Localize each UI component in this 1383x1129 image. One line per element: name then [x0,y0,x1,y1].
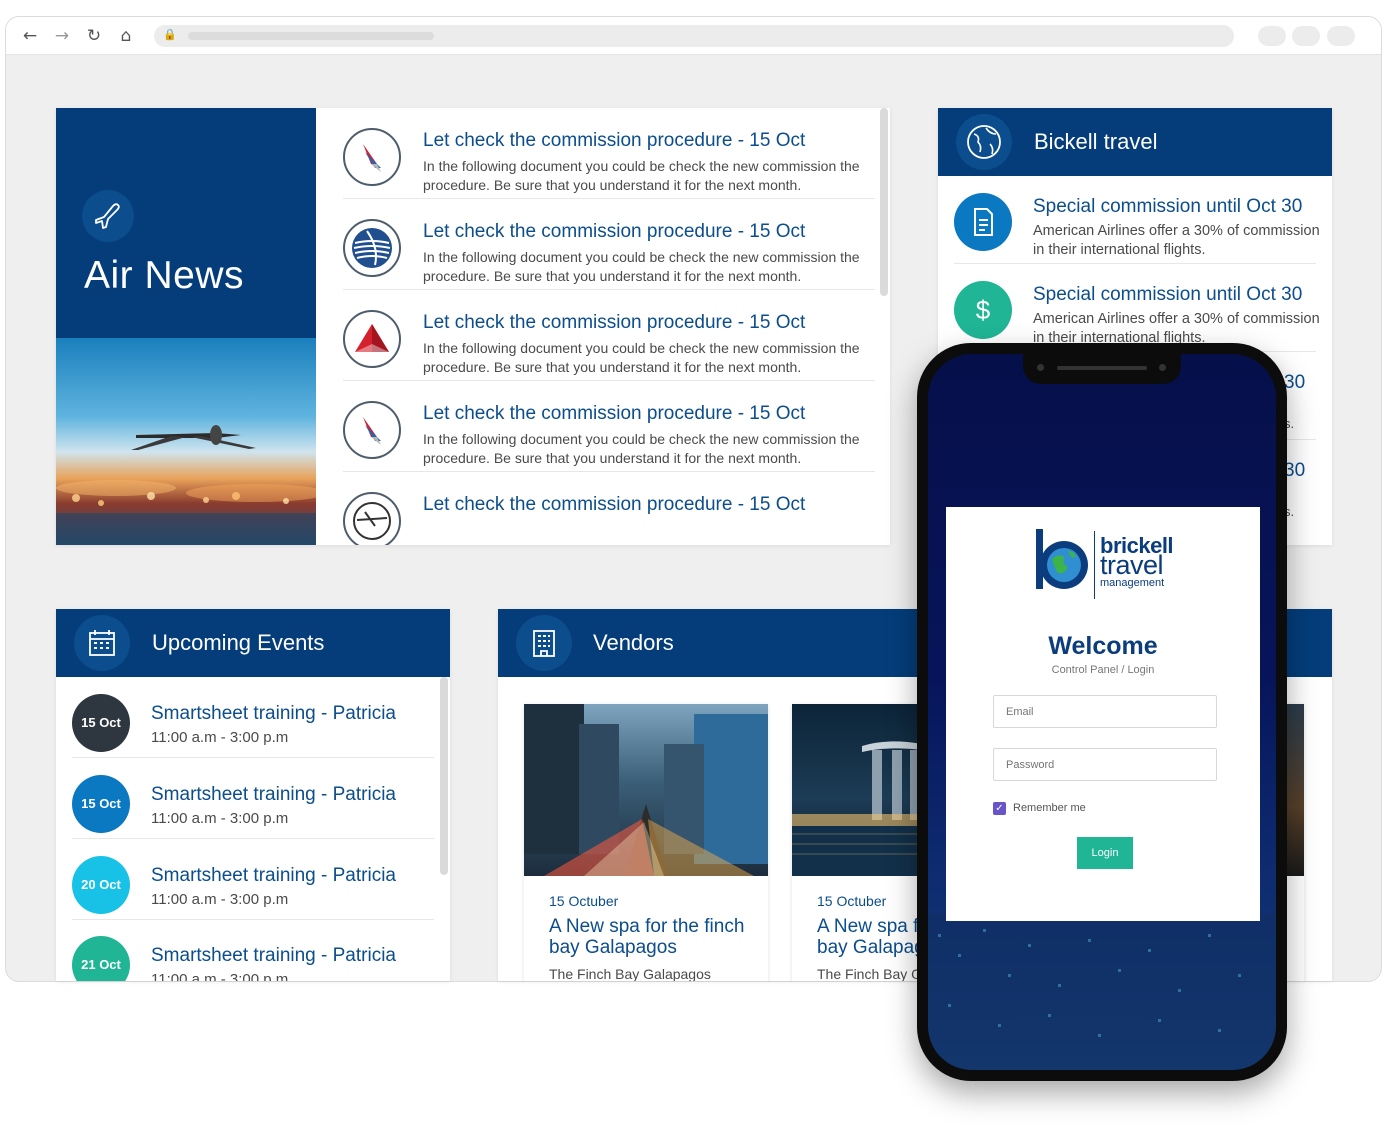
promo-title[interactable]: 30 [1284,460,1305,482]
window-control[interactable] [1292,26,1320,46]
air-news-card: Air News Let check the commission proced… [56,108,890,545]
event-item[interactable]: 15 Oct Smartsheet training - Patricia 11… [72,677,434,758]
email-input[interactable] [993,695,1217,728]
window-control[interactable] [1258,26,1286,46]
vendors-title: Vendors [593,630,674,655]
phone-screen: brickell travel management Welcome Contr… [928,354,1276,1070]
sensor-icon [1159,364,1166,371]
news-description: In the following document you could be c… [423,249,860,284]
news-scrollbar[interactable] [880,108,888,296]
globe-icon [956,114,1012,170]
promo-title[interactable]: Special commission until Oct 30 [1033,196,1302,218]
bickell-header: Bickell travel [938,108,1332,176]
news-title[interactable]: Let check the commission procedure - 15 … [423,130,805,152]
news-item[interactable]: Let check the commission procedure - 15 … [343,290,875,381]
american-airlines-logo-icon [343,401,401,459]
browser-toolbar: ← → ↻ ⌂ 🔒 [6,17,1381,55]
speaker-grille [1057,366,1147,370]
event-time: 11:00 a.m - 3:00 p.m [151,729,289,746]
login-subtitle: Control Panel / Login [1051,664,1155,676]
vendor-text: The Finch Bay Galapagos [549,966,711,981]
remember-label: Remember me [1013,802,1086,814]
news-item[interactable]: Let check the commission procedure - 15 … [343,381,875,472]
event-date-badge: 21 Oct [72,936,130,981]
promo-title[interactable]: Special commission until Oct 30 [1033,284,1302,306]
lock-icon: 🔒 [163,29,177,41]
news-item[interactable]: Let check the commission procedure - 15 … [343,108,875,199]
promo-item[interactable]: $ Special commission until Oct 30 Americ… [954,264,1320,352]
phone-mockup: brickell travel management Welcome Contr… [917,343,1287,1081]
city-lights-background [928,914,1276,1070]
events-title: Upcoming Events [152,630,325,655]
address-bar[interactable]: 🔒 [154,25,1234,47]
news-title[interactable]: Let check the commission procedure - 15 … [423,221,805,243]
news-item[interactable]: Let check the commission procedure - 15 … [343,472,875,545]
camera-icon [1037,364,1044,371]
bickell-title: Bickell travel [1034,129,1158,154]
american-airlines-logo-icon [343,128,401,186]
promo-description: American Airlines offer a 30% of commiss… [1033,223,1320,258]
news-title[interactable]: Let check the commission procedure - 15 … [423,403,805,425]
window-control[interactable] [1327,26,1355,46]
password-input[interactable] [993,748,1217,781]
events-scrollbar[interactable] [440,677,448,875]
news-item[interactable]: Let check the commission procedure - 15 … [343,199,875,290]
back-arrow-icon[interactable]: ← [20,26,40,46]
vendor-title[interactable]: A New spa for the finch bay Galapagos [549,916,759,958]
news-description: In the following document you could be c… [423,158,860,193]
united-airlines-logo-icon [343,219,401,277]
event-item[interactable]: 15 Oct Smartsheet training - Patricia 11… [72,758,434,839]
dollar-icon: $ [954,281,1012,339]
brickell-logo: brickell travel management [1034,527,1176,601]
event-time: 11:00 a.m - 3:00 p.m [151,971,289,981]
home-icon[interactable]: ⌂ [116,26,136,46]
vendor-card[interactable]: 15 Octuber A New spa for the finch bay G… [524,704,768,981]
news-list: Let check the commission procedure - 15 … [56,108,890,545]
globe-logo-icon [1036,529,1088,589]
event-time: 11:00 a.m - 3:00 p.m [151,810,289,827]
event-title[interactable]: Smartsheet training - Patricia [151,945,396,967]
event-title[interactable]: Smartsheet training - Patricia [151,865,396,887]
event-date-badge: 15 Oct [72,775,130,833]
document-icon [954,193,1012,251]
login-button[interactable]: Login [1077,837,1133,869]
news-description: In the following document you could be c… [423,431,860,466]
city-street-photo [524,704,768,876]
event-time: 11:00 a.m - 3:00 p.m [151,891,289,908]
remember-checkbox[interactable]: ✓ [993,802,1006,815]
promo-item[interactable]: Special commission until Oct 30 American… [954,176,1320,264]
reload-icon[interactable]: ↻ [84,26,104,46]
building-icon [516,615,572,671]
lufthansa-logo-icon [343,492,401,545]
vendor-date: 15 Octuber [549,893,619,909]
event-title[interactable]: Smartsheet training - Patricia [151,703,396,725]
calendar-icon [74,615,130,671]
news-title[interactable]: Let check the commission procedure - 15 … [423,494,805,516]
logo-text-line2: travel [1100,550,1164,580]
forward-arrow-icon[interactable]: → [52,26,72,46]
event-item[interactable]: 21 Oct Smartsheet training - Patricia 11… [72,919,434,981]
upcoming-events-card: Upcoming Events 15 Oct Smartsheet traini… [56,609,450,981]
promo-title[interactable]: 30 [1284,372,1305,394]
event-title[interactable]: Smartsheet training - Patricia [151,784,396,806]
login-card: brickell travel management Welcome Contr… [946,507,1260,921]
event-item[interactable]: 20 Oct Smartsheet training - Patricia 11… [72,839,434,920]
events-header: Upcoming Events [56,609,450,677]
phone-notch [1023,354,1181,384]
welcome-heading: Welcome [1048,632,1158,660]
event-date-badge: 20 Oct [72,856,130,914]
news-title[interactable]: Let check the commission procedure - 15 … [423,312,805,334]
delta-airlines-logo-icon [343,310,401,368]
url-placeholder [188,32,434,40]
news-description: In the following document you could be c… [423,340,860,375]
vendor-date: 15 Octuber [817,893,887,909]
event-date-badge: 15 Oct [72,694,130,752]
logo-divider [1094,531,1095,599]
logo-text-line3: management [1100,577,1165,589]
